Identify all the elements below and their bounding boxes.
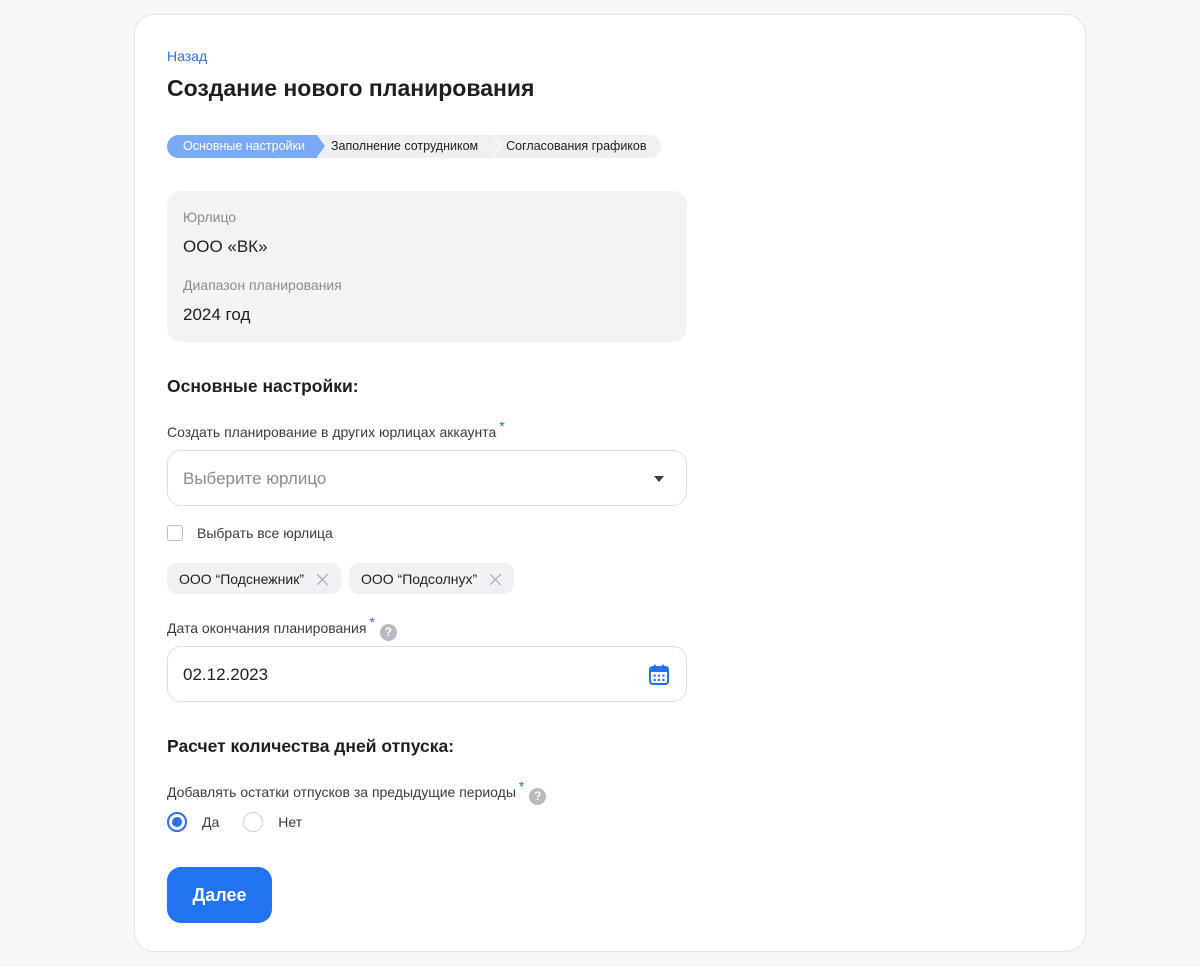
step-employee-filling[interactable]: Заполнение сотрудником — [316, 135, 503, 158]
radio-option-no[interactable]: Нет — [243, 812, 302, 832]
select-all-checkbox[interactable] — [167, 525, 183, 541]
required-mark: * — [499, 418, 505, 434]
entity-chip: ООО “Подсолнух” — [349, 563, 515, 594]
end-date-input[interactable]: 02.12.2023 — [167, 646, 687, 702]
main-settings-title: Основные настройки: — [167, 376, 359, 396]
step-main-settings[interactable]: Основные настройки — [167, 135, 325, 158]
close-icon[interactable] — [317, 573, 329, 585]
range-label: Диапазон планирования — [183, 277, 342, 293]
selected-entities: ООО “Подснежник” ООО “Подсолнух” — [167, 563, 515, 594]
entity-chip-label: ООО “Подснежник” — [179, 570, 304, 587]
entity-select-placeholder: Выберите юрлицо — [183, 469, 327, 488]
required-mark: * — [369, 614, 375, 630]
entity-chip: ООО “Подснежник” — [167, 563, 341, 594]
next-button[interactable]: Далее — [167, 867, 272, 923]
help-icon[interactable]: ? — [529, 788, 547, 805]
step-schedule-approval[interactable]: Согласования графиков — [492, 135, 661, 158]
back-link[interactable]: Назад — [167, 48, 207, 64]
stepper: Основные настройки Заполнение сотруднико… — [167, 135, 661, 158]
radio-yes-label: Да — [202, 814, 220, 830]
help-icon[interactable]: ? — [379, 624, 397, 641]
entities-field-label: Создать планирование в других юрлицах ак… — [167, 418, 505, 440]
entity-value: ООО «ВК» — [183, 237, 268, 256]
entities-field-label-text: Создать планирование в других юрлицах ак… — [167, 424, 497, 440]
carryover-radio-group: Да Нет — [167, 812, 326, 832]
caret-down-icon[interactable] — [654, 476, 664, 482]
radio-no[interactable] — [243, 812, 264, 832]
end-date-field-label: Дата окончания планирования *? — [167, 614, 397, 641]
select-all-checkbox-row[interactable]: Выбрать все юрлица — [167, 525, 333, 541]
entity-select[interactable]: Выберите юрлицо — [167, 450, 687, 506]
range-value: 2024 год — [183, 305, 251, 324]
end-date-field-label-text: Дата окончания планирования — [167, 620, 367, 636]
info-panel: Юрлицо ООО «ВК» Диапазон планирования 20… — [167, 191, 687, 342]
radio-no-label: Нет — [278, 814, 303, 830]
entity-label: Юрлицо — [183, 209, 237, 225]
required-mark: * — [518, 778, 525, 794]
close-icon[interactable] — [490, 573, 502, 585]
select-all-label: Выбрать все юрлица — [197, 525, 333, 541]
carryover-field-label: Добавлять остатки отпусков за предыдущие… — [167, 778, 547, 805]
end-date-value: 02.12.2023 — [183, 665, 269, 684]
form-card: Назад Создание нового планирования Основ… — [134, 14, 1086, 952]
entity-chip-label: ООО “Подсолнух” — [361, 570, 478, 587]
vacation-calc-title: Расчет количества дней отпуска: — [167, 736, 455, 756]
radio-yes[interactable] — [167, 812, 187, 832]
page-title: Создание нового планирования — [167, 75, 535, 101]
carryover-field-label-text: Добавлять остатки отпусков за предыдущие… — [167, 784, 516, 800]
radio-option-yes[interactable]: Да — [167, 812, 219, 832]
calendar-icon[interactable] — [649, 664, 669, 685]
